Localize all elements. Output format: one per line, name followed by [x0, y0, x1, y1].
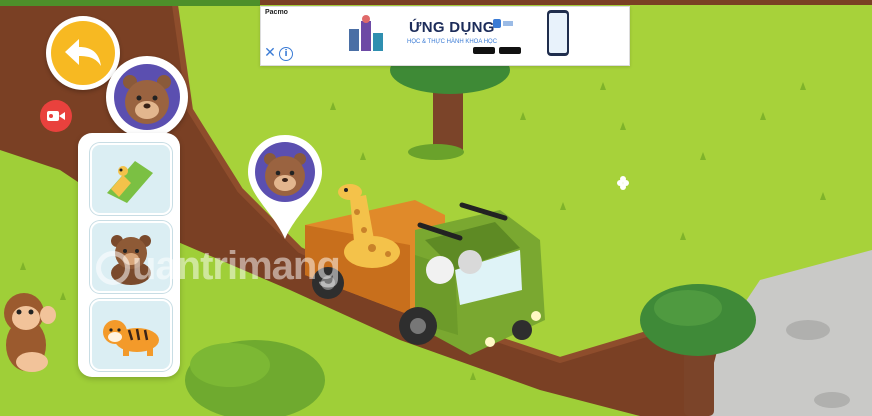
player-avatar[interactable] — [106, 56, 188, 138]
record-video-button[interactable] — [40, 100, 72, 132]
ad-title: ỨNG DỤNG — [409, 19, 495, 36]
back-button-face — [51, 21, 115, 85]
ad-brand: Pacmo — [265, 9, 288, 16]
ad-subtitle: HỌC & THỰC HÀNH KHOA HỌC — [407, 39, 498, 45]
stone-patch — [786, 320, 830, 340]
video-camera-icon — [47, 111, 65, 121]
bear-map-pin[interactable] — [246, 133, 324, 243]
bear-card[interactable] — [90, 221, 172, 293]
ad-info-icon[interactable]: i — [279, 47, 293, 61]
tiger-icon — [103, 320, 159, 356]
bear-face-icon — [114, 64, 180, 130]
game-screen: Pacmo ỨNG DỤNG HỌC & THỰC HÀNH KHOA HỌC … — [0, 0, 872, 416]
stem-logo-icon — [493, 19, 513, 28]
giraffe-neck-icon — [107, 161, 153, 203]
tiger-card[interactable] — [90, 299, 172, 371]
app-store-badge[interactable] — [473, 47, 495, 54]
ad-phone-image — [547, 10, 569, 56]
ad-close-icon[interactable]: ✕ — [263, 45, 277, 61]
google-play-badge[interactable] — [499, 47, 521, 54]
ad-banner[interactable]: Pacmo ỨNG DỤNG HỌC & THỰC HÀNH KHOA HỌC … — [260, 6, 630, 66]
bear-pin-icon — [248, 135, 322, 239]
giraffe-card[interactable] — [90, 143, 172, 215]
grass-strip — [0, 0, 260, 6]
back-arrow-icon — [65, 39, 101, 66]
animal-inventory-panel — [78, 133, 180, 377]
bear-bust-icon — [111, 235, 151, 285]
ad-illustration — [349, 15, 383, 51]
stone-patch — [814, 392, 850, 408]
